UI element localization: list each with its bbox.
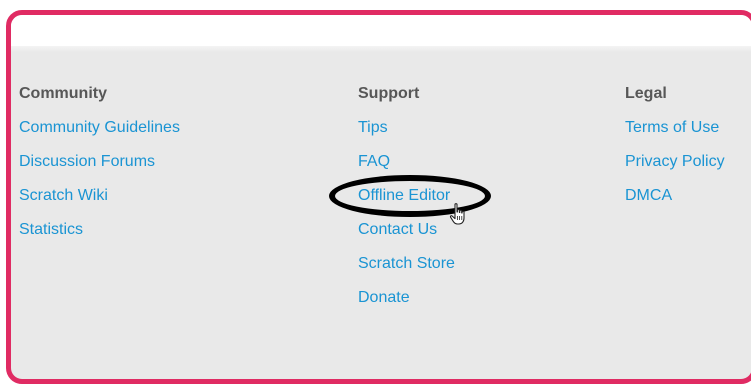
link-privacy-policy[interactable]: Privacy Policy	[625, 152, 725, 186]
page-top-band	[11, 15, 751, 46]
link-label: Discussion Forums	[19, 153, 156, 170]
column-heading-support: Support	[358, 85, 420, 102]
link-offline-editor[interactable]: Offline Editor	[358, 186, 455, 220]
column-heading-legal: Legal	[625, 85, 667, 102]
link-statistics[interactable]: Statistics	[19, 220, 180, 254]
link-label: Community Guidelines	[19, 119, 180, 136]
link-community-guidelines[interactable]: Community Guidelines	[19, 118, 180, 152]
link-label: Privacy Policy	[625, 153, 725, 170]
footer-column-community: Community Community Guidelines Discussio…	[19, 84, 180, 254]
link-label: Terms of Use	[625, 119, 720, 136]
link-contact-us[interactable]: Contact Us	[358, 220, 455, 254]
link-scratch-store[interactable]: Scratch Store	[358, 254, 455, 288]
footer-column-support: Support Tips FAQ Offline Editor Contact …	[358, 84, 455, 322]
footer-top-fade	[11, 46, 751, 52]
link-label: Contact Us	[358, 221, 438, 238]
link-label: DMCA	[625, 187, 673, 204]
community-links: Community Guidelines Discussion Forums S…	[19, 118, 180, 254]
link-discussion-forums[interactable]: Discussion Forums	[19, 152, 180, 186]
link-dmca[interactable]: DMCA	[625, 186, 725, 220]
link-donate[interactable]: Donate	[358, 288, 455, 322]
link-label: Scratch Wiki	[19, 187, 108, 204]
link-faq[interactable]: FAQ	[358, 152, 455, 186]
footer-panel: Community Community Guidelines Discussio…	[6, 10, 751, 384]
footer-column-legal: Legal Terms of Use Privacy Policy DMCA	[625, 84, 725, 220]
support-links: Tips FAQ Offline Editor Contact Us Scrat…	[358, 118, 455, 322]
link-label: Tips	[358, 119, 388, 136]
link-terms-of-use[interactable]: Terms of Use	[625, 118, 725, 152]
link-label: Statistics	[19, 221, 84, 238]
link-scratch-wiki[interactable]: Scratch Wiki	[19, 186, 180, 220]
link-label: Scratch Store	[358, 255, 455, 272]
link-label: Donate	[358, 289, 410, 306]
link-tips[interactable]: Tips	[358, 118, 455, 152]
link-label: Offline Editor	[358, 187, 451, 204]
link-label: FAQ	[358, 153, 391, 170]
legal-links: Terms of Use Privacy Policy DMCA	[625, 118, 725, 220]
column-heading-community: Community	[19, 85, 107, 102]
